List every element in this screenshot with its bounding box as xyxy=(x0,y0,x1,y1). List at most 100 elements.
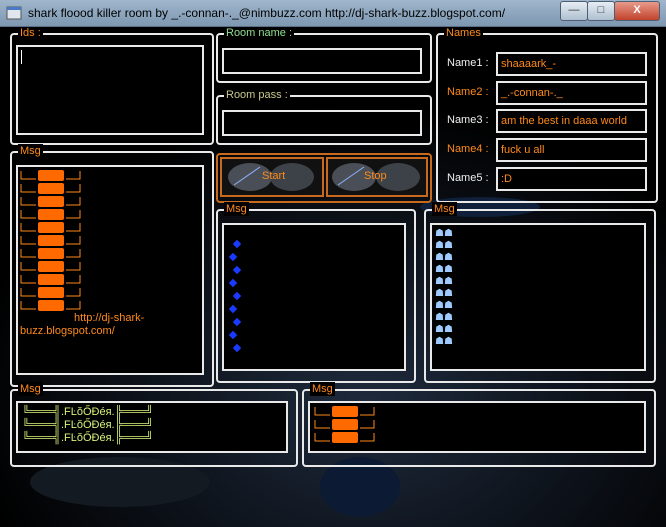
name5-input[interactable]: :D xyxy=(496,167,647,191)
diamond-glyph xyxy=(228,330,238,340)
app-window: shark floood killer room by _.-connan-._… xyxy=(0,0,666,527)
ornament-row xyxy=(20,234,82,247)
ornament-block xyxy=(38,170,64,181)
msg-left-legend: Msg xyxy=(18,144,43,158)
flood-line-3: ╚═══╣.FĿŏŐĐéя.╠═══╝ xyxy=(22,432,154,444)
ornament-row xyxy=(20,299,82,312)
diamond-glyph xyxy=(232,265,242,275)
minimize-button[interactable]: — xyxy=(560,1,588,21)
ornament-block xyxy=(38,300,64,311)
skull-glyph: ☗☗ xyxy=(435,240,453,251)
ornament-block xyxy=(332,406,358,417)
start-label: Start xyxy=(262,170,286,182)
ids-legend: Ids : xyxy=(18,27,43,40)
skull-glyph: ☗☗ xyxy=(435,300,453,311)
title-bar[interactable]: shark floood killer room by _.-connan-._… xyxy=(0,0,666,27)
names-legend: Names xyxy=(444,27,483,40)
ornament-row xyxy=(20,182,82,195)
close-button[interactable]: X xyxy=(614,1,660,21)
name3-label: Name3 : xyxy=(447,114,489,126)
msg-bottom-right-textarea[interactable] xyxy=(308,401,646,453)
ornament-block xyxy=(38,196,64,207)
skull-glyph: ☗☗ xyxy=(435,288,453,299)
name3-input[interactable]: am the best in daaa world xyxy=(496,109,647,133)
msg-center-textarea[interactable] xyxy=(222,223,406,371)
msg-bottom-left-group: Msg ╚═══╣.FĿŏŐĐéя.╠═══╝ ╚═══╣.FĿŏŐĐéя.╠═… xyxy=(10,382,298,467)
start-button[interactable]: Start xyxy=(220,157,324,197)
app-icon xyxy=(6,6,22,20)
name2-input[interactable]: _.-connan-._ xyxy=(496,81,647,105)
ornament-block xyxy=(38,287,64,298)
ornament-block xyxy=(38,248,64,259)
ornament-row xyxy=(20,273,82,286)
skull-glyph: ☗☗ xyxy=(435,336,453,347)
msg-left-group: Msg http://dj-shark- buzz.blogspot.com/ xyxy=(10,144,214,387)
ornament-block xyxy=(38,209,64,220)
diamond-glyph xyxy=(228,278,238,288)
ids-group: Ids : xyxy=(10,27,214,145)
window-title: shark floood killer room by _.-connan-._… xyxy=(28,6,506,20)
room-name-legend: Room name : xyxy=(224,27,295,40)
skull-glyph: ☗☗ xyxy=(435,264,453,275)
skull-glyph: ☗☗ xyxy=(435,252,453,263)
skull-glyph: ☗☗ xyxy=(435,276,453,287)
skull-glyph: ☗☗ xyxy=(435,228,453,239)
maximize-button[interactable]: □ xyxy=(587,1,615,21)
name5-label: Name5 : xyxy=(447,172,489,184)
ids-textarea[interactable] xyxy=(16,45,204,135)
ornament-row xyxy=(20,247,82,260)
msg-center-legend: Msg xyxy=(224,202,249,216)
ornament-block xyxy=(332,432,358,443)
diamond-glyph xyxy=(232,317,242,327)
ornament-row xyxy=(20,169,82,182)
name2-label: Name2 : xyxy=(447,86,489,98)
msg-left-textarea[interactable]: http://dj-shark- buzz.blogspot.com/ xyxy=(16,165,204,375)
ornament-block xyxy=(38,235,64,246)
msg-bottom-left-textarea[interactable]: ╚═══╣.FĿŏŐĐéя.╠═══╝ ╚═══╣.FĿŏŐĐéя.╠═══╝ … xyxy=(16,401,288,453)
skull-glyph: ☗☗ xyxy=(435,312,453,323)
skull-glyph: ☗☗ xyxy=(435,324,453,335)
name1-label: Name1 : xyxy=(447,57,489,69)
msg-right-group: Msg ☗☗ ☗☗ ☗☗ ☗☗ ☗☗ ☗☗ ☗☗ ☗☗ ☗☗ ☗☗ xyxy=(424,202,656,383)
ornament-row xyxy=(20,260,82,273)
diamond-glyph xyxy=(232,291,242,301)
diamond-glyph xyxy=(228,304,238,314)
ornament-row xyxy=(314,418,376,431)
ornament-row xyxy=(20,221,82,234)
stop-label: Stop xyxy=(364,170,387,182)
msg-bottom-right-group: Msg xyxy=(302,382,656,467)
name4-input[interactable]: fuck u all xyxy=(496,138,647,162)
diamond-glyph xyxy=(232,343,242,353)
ornament-row xyxy=(20,208,82,221)
room-pass-legend: Room pass : xyxy=(224,88,290,102)
name1-input[interactable]: shaaaark_- xyxy=(496,52,647,76)
diamond-glyph xyxy=(228,252,238,262)
client-area: Ids : Room name : Room pass : Start Stop… xyxy=(0,27,666,527)
ornament-row xyxy=(20,195,82,208)
ornament-block xyxy=(38,183,64,194)
ornament-row xyxy=(20,286,82,299)
ornament-block xyxy=(38,222,64,233)
msg-bottom-left-legend: Msg xyxy=(18,382,43,396)
ornament-block xyxy=(38,274,64,285)
room-pass-input[interactable] xyxy=(222,110,422,136)
msg-bottom-right-legend: Msg xyxy=(310,382,335,396)
names-group: Names Name1 : shaaaark_- Name2 : _.-conn… xyxy=(436,27,658,203)
ornament-row xyxy=(314,405,376,418)
room-name-group: Room name : xyxy=(216,27,432,83)
ornament-row xyxy=(314,431,376,444)
blog-link-line1[interactable]: http://dj-shark- xyxy=(74,312,144,325)
flood-line-1: ╚═══╣.FĿŏŐĐéя.╠═══╝ xyxy=(22,406,154,418)
msg-center-group: Msg xyxy=(216,202,416,383)
room-name-input[interactable] xyxy=(222,48,422,74)
stop-button[interactable]: Stop xyxy=(326,157,428,197)
text-cursor xyxy=(21,50,22,64)
diamond-glyph xyxy=(232,239,242,249)
room-pass-group: Room pass : xyxy=(216,88,432,145)
msg-right-textarea[interactable]: ☗☗ ☗☗ ☗☗ ☗☗ ☗☗ ☗☗ ☗☗ ☗☗ ☗☗ ☗☗ xyxy=(430,223,646,371)
ornament-block xyxy=(332,419,358,430)
name4-label: Name4 : xyxy=(447,143,489,155)
blog-link-line2[interactable]: buzz.blogspot.com/ xyxy=(20,325,115,338)
msg-right-legend: Msg xyxy=(432,202,457,216)
ornament-block xyxy=(38,261,64,272)
